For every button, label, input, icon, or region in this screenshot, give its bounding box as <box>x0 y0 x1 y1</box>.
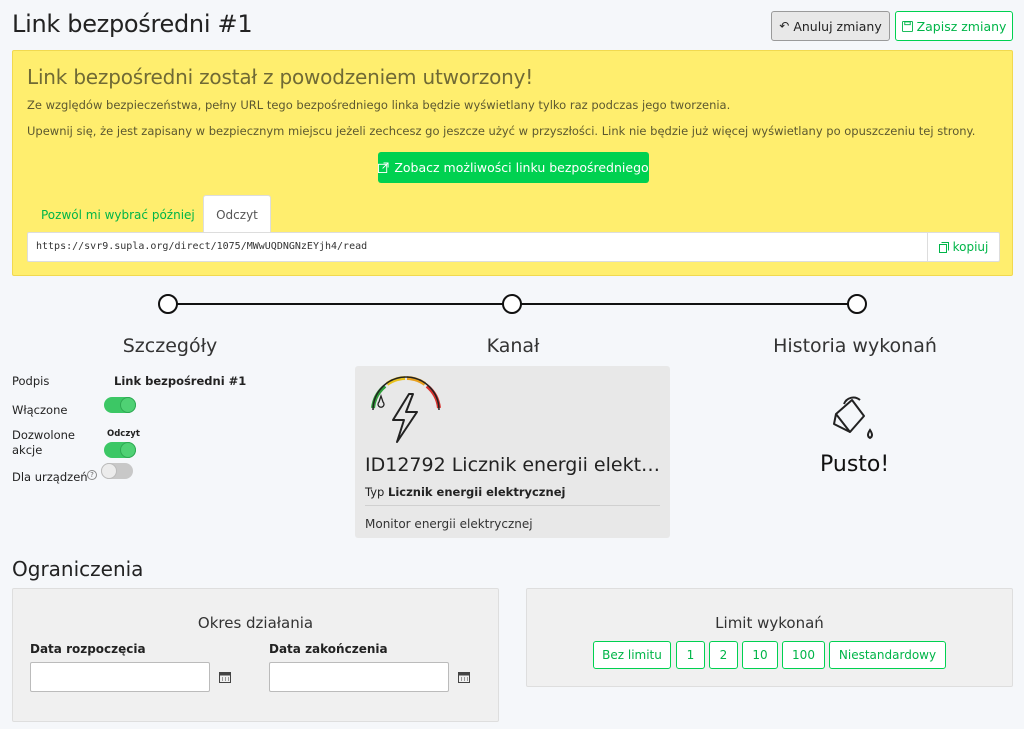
limit-option-100[interactable]: 100 <box>782 641 825 669</box>
copy-button[interactable]: kopiuj <box>927 233 999 261</box>
limit-option-1[interactable]: 1 <box>676 641 705 669</box>
end-date-input[interactable] <box>269 662 449 692</box>
allowed-action-read-label: Odczyt <box>107 429 140 439</box>
for-devices-toggle[interactable] <box>101 463 133 479</box>
help-icon[interactable]: ? <box>87 470 97 480</box>
history-empty-text: Pusto! <box>820 452 890 477</box>
channel-function: Monitor energii elektrycznej <box>365 517 533 531</box>
toggle-knob <box>101 463 117 479</box>
limit-panel <box>526 588 1013 687</box>
start-date-label: Data rozpoczęcia <box>30 642 146 656</box>
step-dot-channel <box>502 294 522 314</box>
save-changes-label: Zapisz zmiany <box>916 18 1007 34</box>
channel-type-prefix: Typ <box>365 485 385 499</box>
view-link-options-button[interactable]: Zobacz możliwości linku bezpośredniego <box>378 152 649 183</box>
step-label-details: Szczegóły <box>122 335 218 357</box>
for-devices-label: Dla urządzeń <box>12 470 88 484</box>
alert-line-2: Upewnij się, że jest zapisany w bezpiecz… <box>27 124 976 138</box>
calendar-icon[interactable] <box>449 662 479 692</box>
channel-type: Typ Licznik energii elektrycznej <box>365 485 565 499</box>
enabled-toggle[interactable] <box>104 397 136 413</box>
calendar-icon[interactable] <box>210 662 240 692</box>
toggle-knob <box>120 397 136 413</box>
step-dot-details <box>158 294 178 314</box>
copy-label: kopiuj <box>952 240 989 254</box>
energy-meter-icon <box>371 376 441 443</box>
step-label-history: Historia wykonań <box>773 335 937 357</box>
limit-title: Limit wykonań <box>715 614 824 632</box>
step-label-channel: Kanał <box>486 335 540 357</box>
floppy-icon <box>901 20 913 32</box>
channel-title: ID12792 Licznik energii elektrycznej <box>365 454 665 476</box>
empty-bucket-icon <box>833 396 873 440</box>
limit-option-10[interactable]: 10 <box>742 641 778 669</box>
save-changes-button[interactable]: Zapisz zmiany <box>895 11 1013 41</box>
caption-value[interactable]: Link bezpośredni #1 <box>114 374 246 388</box>
view-link-options-label: Zobacz możliwości linku bezpośredniego <box>394 160 649 175</box>
channel-type-value: Licznik energii elektrycznej <box>388 485 566 499</box>
channel-card[interactable]: ID12792 Licznik energii elektrycznej Typ… <box>355 366 670 538</box>
end-date-label: Data zakończenia <box>269 642 388 656</box>
cancel-changes-button[interactable]: ↶ Anuluj zmiany <box>771 11 890 41</box>
tab-choose-later[interactable]: Pozwól mi wybrać później <box>27 197 209 233</box>
limit-option-2[interactable]: 2 <box>709 641 738 669</box>
alert-title: Link bezpośredni został z powodzeniem ut… <box>27 65 534 89</box>
copy-icon <box>938 241 949 253</box>
direct-link-url[interactable]: https://svr9.supla.org/direct/1075/MWwUQ… <box>36 241 367 252</box>
limit-option-none[interactable]: Bez limitu <box>593 641 671 669</box>
undo-icon: ↶ <box>779 19 790 33</box>
tab-read[interactable]: Odczyt <box>203 195 271 233</box>
enabled-label: Włączone <box>12 403 68 417</box>
period-title: Okres działania <box>197 614 314 632</box>
alert-line-1: Ze względów bezpieczeństwa, pełny URL te… <box>27 98 731 112</box>
divider <box>365 505 660 506</box>
limit-option-custom[interactable]: Niestandardowy <box>829 641 946 669</box>
cancel-changes-label: Anuluj zmiany <box>793 18 882 34</box>
restrictions-title: Ograniczenia <box>12 557 144 581</box>
url-box: https://svr9.supla.org/direct/1075/MWwUQ… <box>27 232 1000 262</box>
external-link-icon <box>378 162 389 173</box>
page-title: Link bezpośredni #1 <box>12 10 253 38</box>
start-date-input[interactable] <box>30 662 210 692</box>
caption-label: Podpis <box>12 374 50 388</box>
step-dot-history <box>847 294 867 314</box>
success-alert: Link bezpośredni został z powodzeniem ut… <box>12 50 1013 276</box>
allowed-actions-label: Dozwolone akcje <box>12 428 75 457</box>
toggle-knob <box>120 442 136 458</box>
allowed-action-read-toggle[interactable] <box>104 442 136 458</box>
